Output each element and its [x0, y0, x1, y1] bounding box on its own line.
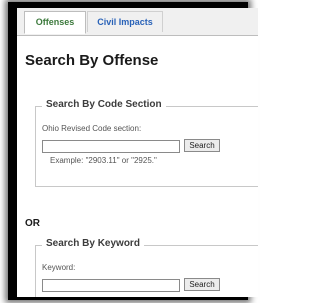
- keyword-search-button[interactable]: Search: [184, 278, 220, 291]
- code-section-legend: Search By Code Section: [42, 99, 166, 110]
- keyword-label: Keyword:: [42, 263, 76, 272]
- keyword-input[interactable]: [42, 279, 180, 292]
- page-title: Search By Offense: [25, 52, 159, 69]
- tab-civil-impacts[interactable]: Civil Impacts: [87, 11, 163, 32]
- code-section-example: Example: "2903.11" or "2925.": [50, 156, 157, 165]
- tab-bar: Offenses Civil Impacts: [17, 8, 258, 36]
- tab-offenses[interactable]: Offenses: [24, 11, 86, 34]
- code-section-input[interactable]: [42, 140, 180, 153]
- keyword-legend: Search By Keyword: [42, 238, 144, 249]
- code-section-search-button[interactable]: Search: [184, 139, 220, 152]
- code-section-fieldset: Search By Code Section Ohio Revised Code…: [35, 99, 258, 187]
- keyword-fieldset: Search By Keyword Keyword: Search: [35, 238, 258, 297]
- code-section-label: Ohio Revised Code section:: [42, 124, 142, 133]
- or-separator: OR: [25, 218, 40, 229]
- search-panel: Offenses Civil Impacts Search By Offense…: [17, 8, 258, 297]
